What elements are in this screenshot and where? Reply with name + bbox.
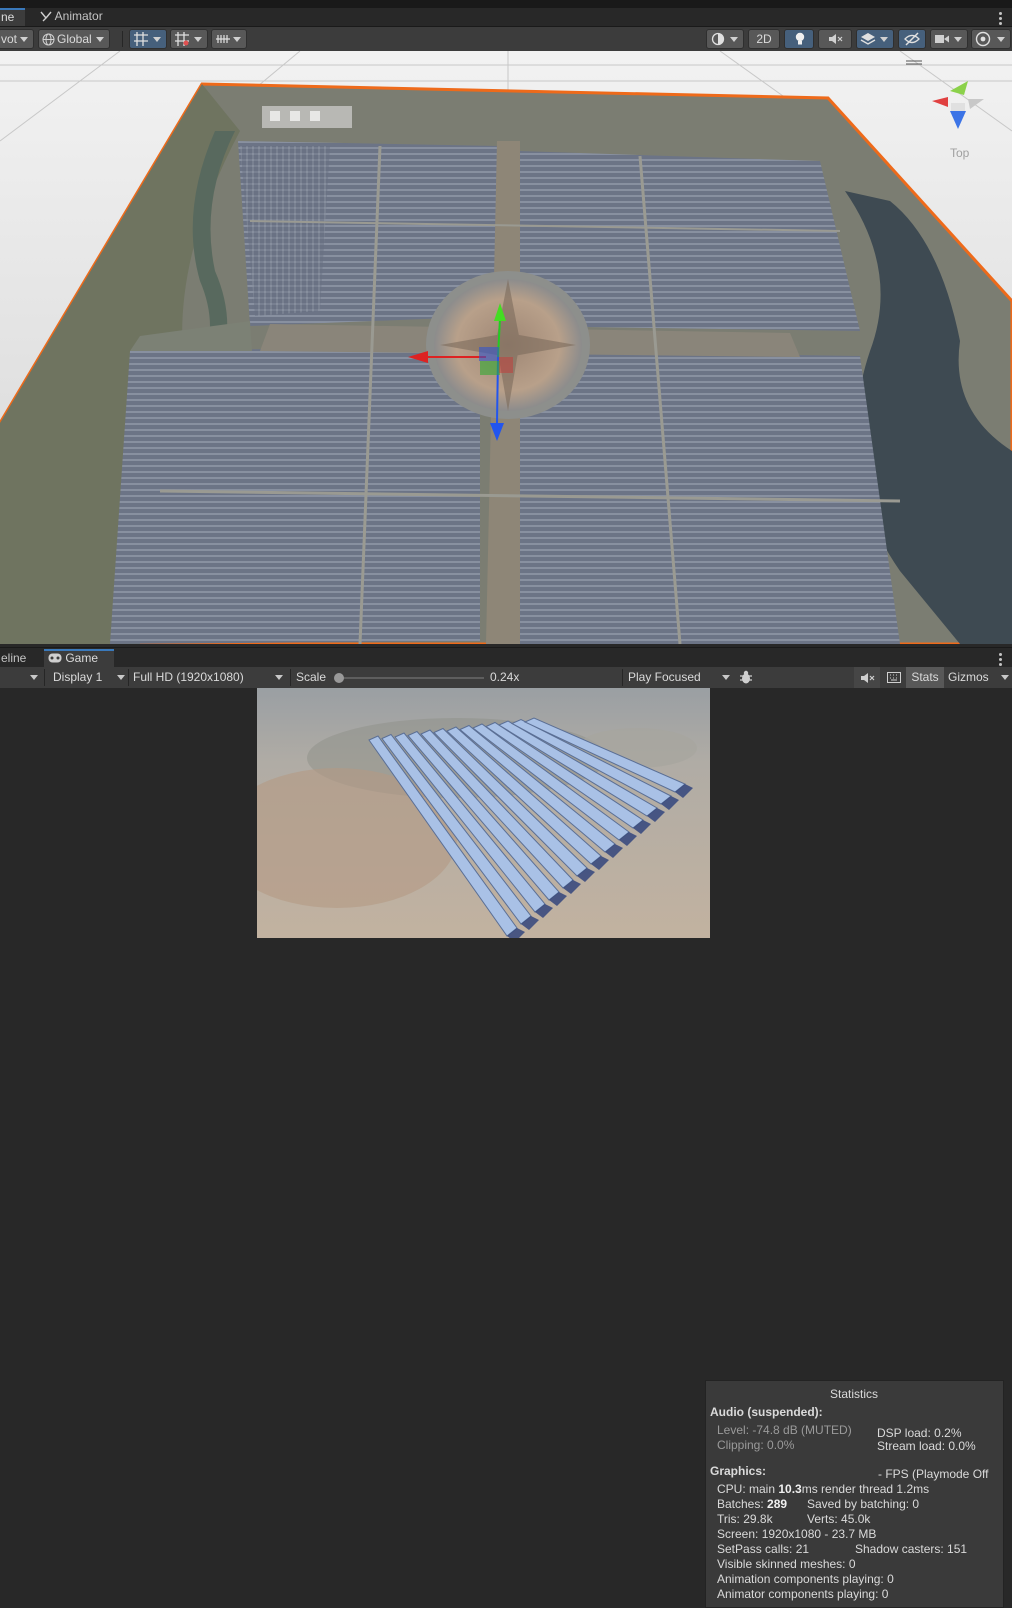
shadow-casters-readout: Shadow casters: 151	[855, 1542, 968, 1556]
audio-level: Level: -74.8 dB (MUTED)	[717, 1423, 852, 1437]
toolbar-separator	[128, 669, 129, 686]
tab-animator-label: Animator	[54, 9, 103, 23]
global-label: Global	[57, 32, 92, 46]
toolbar-separator	[622, 669, 623, 686]
game-view[interactable]: Statistics Audio (suspended): Level: -74…	[0, 688, 1012, 1608]
mute-audio-button[interactable]	[854, 667, 880, 688]
gizmos-dropdown[interactable]: Gizmos	[948, 667, 1012, 688]
scale-slider-track[interactable]	[336, 677, 484, 679]
screen-readout: Screen: 1920x1080 - 23.7 MB	[717, 1527, 877, 1541]
resolution-dropdown[interactable]: Full HD (1920x1080)	[133, 667, 288, 688]
fps-readout: - FPS (Playmode Off	[878, 1467, 989, 1481]
scene-canvas	[0, 51, 1012, 644]
audio-clipping: Clipping: 0.0%	[717, 1438, 795, 1452]
gamepad-icon	[48, 653, 62, 663]
pivot-dropdown[interactable]: vot	[0, 29, 34, 49]
mute-icon	[861, 673, 875, 683]
play-mode-dropdown[interactable]: Play Focused	[628, 667, 734, 688]
editor-tab-bar: ne Animator	[0, 8, 1012, 27]
cpu-prefix: CPU: main	[717, 1482, 779, 1496]
scale-slider-thumb[interactable]	[334, 673, 344, 683]
resolution-label: Full HD (1920x1080)	[133, 670, 244, 684]
game-menu-icon[interactable]	[999, 653, 1002, 668]
draw-mode-dropdown[interactable]	[706, 29, 744, 49]
gizmo-globe-icon	[975, 31, 991, 47]
scale-value: 0.24x	[490, 670, 520, 684]
2d-label: 2D	[756, 32, 772, 46]
toolbar-separator	[44, 669, 45, 686]
cpu-suffix: ms render thread 1.2ms	[801, 1482, 930, 1496]
increment-snap-icon	[175, 32, 189, 46]
game-tab-bar: eline Game	[0, 647, 1012, 668]
statistics-title: Statistics	[830, 1387, 879, 1401]
animation-components-readout: Animation components playing: 0	[717, 1572, 894, 1586]
stats-toggle-button[interactable]: Stats	[906, 667, 944, 688]
shortcuts-button[interactable]	[881, 667, 906, 688]
toolbar-separator	[290, 669, 291, 686]
batches-readout: Batches: 289	[717, 1497, 787, 1511]
ruler-icon	[216, 35, 230, 43]
snap-settings-button[interactable]	[211, 29, 247, 49]
game-toolbar: Display 1 Full HD (1920x1080) Scale 0.24…	[0, 667, 1012, 689]
debug-bug-icon[interactable]	[738, 670, 754, 688]
lightbulb-icon	[795, 32, 805, 45]
verts-readout: Verts: 45.0k	[807, 1512, 871, 1526]
tris-readout: Tris: 29.8k	[717, 1512, 773, 1526]
audio-toggle-button[interactable]	[818, 29, 852, 49]
saved-by-batching: Saved by batching: 0	[807, 1497, 920, 1511]
game-render	[257, 688, 710, 938]
camera-dropdown[interactable]	[930, 29, 968, 49]
camera-icon	[935, 35, 949, 43]
hidden-eye-icon	[904, 32, 920, 46]
globe-icon	[42, 33, 55, 46]
statistics-panel: Statistics Audio (suspended): Level: -74…	[705, 1380, 1004, 1608]
display-dropdown[interactable]: Display 1	[53, 667, 127, 688]
grid-snap-icon	[134, 32, 148, 46]
animator-icon	[40, 11, 52, 22]
skinned-meshes-readout: Visible skinned meshes: 0	[717, 1557, 856, 1571]
pivot-label: vot	[1, 32, 18, 46]
cpu-main-value: 10.3	[778, 1482, 802, 1496]
effects-dropdown[interactable]	[856, 29, 894, 49]
scene-orientation-label: Top	[950, 146, 970, 160]
increment-snap-button[interactable]	[170, 29, 208, 49]
grid-snap-button[interactable]	[129, 29, 167, 49]
shading-mode-icon	[711, 32, 725, 46]
stats-label: Stats	[911, 670, 939, 684]
tab-menu-icon[interactable]	[999, 12, 1002, 27]
gizmos-label: Gizmos	[948, 670, 989, 684]
batches-prefix: Batches:	[717, 1497, 768, 1511]
tab-scene[interactable]: ne	[0, 8, 25, 26]
audio-heading: Audio (suspended):	[710, 1405, 823, 1419]
window-top-strip	[0, 0, 1012, 8]
dsp-load: DSP load: 0.2%	[877, 1426, 962, 1440]
effects-layers-icon	[860, 33, 876, 45]
tab-timeline-label: eline	[1, 651, 27, 665]
stream-load: Stream load: 0.0%	[877, 1439, 976, 1453]
2d-toggle-button[interactable]: 2D	[748, 29, 780, 49]
global-dropdown[interactable]: Global	[38, 29, 110, 49]
keyboard-icon	[887, 672, 901, 683]
tab-timeline[interactable]: eline	[0, 650, 26, 668]
lighting-toggle-button[interactable]	[784, 29, 814, 49]
mute-icon	[829, 34, 843, 44]
scene-toolbar: vot Global 2D	[0, 27, 1012, 52]
toolbar-separator	[122, 31, 123, 47]
tab-animator[interactable]: Animator	[36, 8, 107, 26]
display-label: Display 1	[53, 670, 103, 684]
batches-value: 289	[767, 1497, 788, 1511]
graphics-heading: Graphics:	[710, 1464, 767, 1478]
tab-game-label: Game	[65, 651, 99, 665]
game-view-dropdown[interactable]	[0, 667, 42, 688]
tab-game[interactable]: Game	[44, 649, 114, 667]
animator-components-readout: Animator components playing: 0	[717, 1587, 889, 1601]
cpu-readout: CPU: main 10.3ms render thread 1.2ms	[717, 1482, 929, 1496]
scene-view[interactable]: Top	[0, 51, 1012, 644]
setpass-readout: SetPass calls: 21	[717, 1542, 810, 1556]
scale-label: Scale	[296, 670, 327, 684]
tab-scene-label: ne	[1, 10, 15, 24]
play-mode-label: Play Focused	[628, 670, 701, 684]
gizmos-dropdown[interactable]	[971, 29, 1011, 49]
scene-visibility-toggle[interactable]	[898, 29, 926, 49]
